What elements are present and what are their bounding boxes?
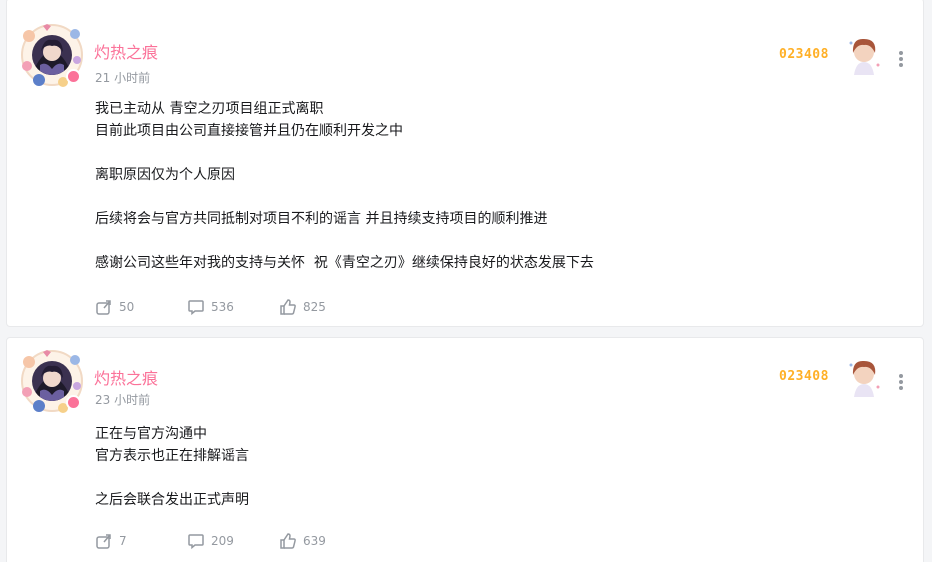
fan-card-character-icon xyxy=(849,38,880,75)
like-count: 639 xyxy=(303,534,326,548)
comment-count: 209 xyxy=(211,534,234,548)
content-line: 感谢公司这些年对我的支持与关怀 祝《青空之刃》继续保持良好的状态发展下去 xyxy=(95,255,594,271)
fan-card-decoration[interactable]: 023408 xyxy=(777,357,881,399)
content-line: 离职原因仅为个人原因 xyxy=(95,167,235,183)
verified-badge-icon xyxy=(66,395,81,410)
like-button[interactable]: 639 xyxy=(279,532,326,550)
post-content: 我已主动从 青空之刃项目组正式离职 目前此项目由公司直接接管并且仍在顺利开发之中… xyxy=(95,98,594,274)
content-line: 目前此项目由公司直接接管并且仍在顺利开发之中 xyxy=(95,123,403,139)
forward-count: 7 xyxy=(119,534,127,548)
content-line: 官方表示也正在排解谣言 xyxy=(95,448,249,464)
post-time[interactable]: 23 小时前 xyxy=(95,391,150,408)
comment-count: 536 xyxy=(211,300,234,314)
comment-button[interactable]: 536 xyxy=(187,298,234,316)
forward-button[interactable]: 50 xyxy=(95,298,134,316)
forward-count: 50 xyxy=(119,300,135,314)
content-line: 后续将会与官方共同抵制对项目不利的谣言 并且持续支持项目的顺利推进 xyxy=(95,211,548,227)
avatar[interactable] xyxy=(19,348,85,414)
verified-badge-icon xyxy=(66,69,81,84)
more-vertical-icon[interactable] xyxy=(895,49,907,69)
dynamic-feed: 灼热之痕 21 小时前 023408 我已主动从 青空之刃项目组正式离职 目前此… xyxy=(0,0,932,562)
post-card: 灼热之痕 23 小时前 023408 正在与官方沟通中 官方表示也正在排解谣言 … xyxy=(6,337,924,562)
post-content: 正在与官方沟通中 官方表示也正在排解谣言 之后会联合发出正式声明 xyxy=(95,423,249,511)
thumbs-up-icon xyxy=(280,533,296,549)
fan-card-character-icon xyxy=(849,360,880,397)
share-forward-icon xyxy=(96,300,111,315)
post-card: 灼热之痕 21 小时前 023408 我已主动从 青空之刃项目组正式离职 目前此… xyxy=(6,0,924,327)
fan-number: 023408 xyxy=(779,47,829,62)
user-avatar-image xyxy=(32,361,72,401)
comment-bubble-icon xyxy=(188,534,204,550)
content-line: 我已主动从 青空之刃项目组正式离职 xyxy=(95,101,324,117)
thumbs-up-icon xyxy=(280,299,296,315)
content-line: 之后会联合发出正式声明 xyxy=(95,492,249,508)
share-forward-icon xyxy=(96,534,111,549)
username[interactable]: 灼热之痕 xyxy=(94,365,158,389)
comment-bubble-icon xyxy=(188,300,204,316)
avatar[interactable] xyxy=(19,22,85,88)
forward-button[interactable]: 7 xyxy=(95,532,127,550)
like-button[interactable]: 825 xyxy=(279,298,326,316)
comment-button[interactable]: 209 xyxy=(187,532,234,550)
username[interactable]: 灼热之痕 xyxy=(94,39,158,63)
more-vertical-icon[interactable] xyxy=(895,372,907,392)
user-avatar-image xyxy=(32,35,72,75)
like-count: 825 xyxy=(303,300,326,314)
fan-card-decoration[interactable]: 023408 xyxy=(777,35,881,77)
post-time[interactable]: 21 小时前 xyxy=(95,69,150,86)
fan-number: 023408 xyxy=(779,369,829,384)
content-line: 正在与官方沟通中 xyxy=(95,426,207,442)
